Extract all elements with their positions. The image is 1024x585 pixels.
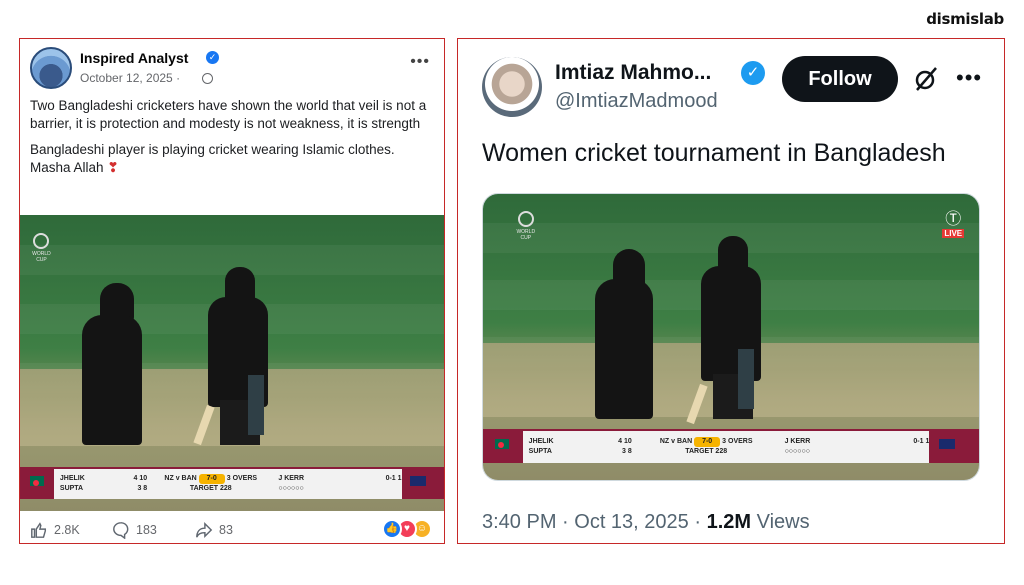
post-date[interactable]: October 12, 2025 · <box>80 71 180 85</box>
live-indicator: Ⓣ LIVE <box>942 211 965 239</box>
tweet-meta: 3:40 PM · Oct 13, 2025 · 1.2M Views <box>482 511 810 533</box>
verified-badge-icon: ✓ <box>206 51 219 64</box>
globe-icon <box>202 73 213 84</box>
new-zealand-flag-icon <box>401 468 444 500</box>
post-paragraph-2: Bangladeshi player is playing cricket we… <box>30 142 395 175</box>
bangladesh-flag-icon <box>483 430 523 463</box>
thumbs-up-icon <box>31 522 47 538</box>
bangladesh-flag-icon <box>20 468 54 500</box>
world-cup-logo-icon: WORLD CUP <box>28 232 54 273</box>
scoreboard: JHELIK 4 10 SUPTA 3 8 NZ v BAN 7-0 3 OVE… <box>483 428 979 463</box>
views-count: 1.2M <box>706 511 752 533</box>
post-image[interactable]: WORLD CUP JHELIK 4 10 SUPTA 3 8 NZ v BAN… <box>20 215 444 511</box>
share-button[interactable]: 83 <box>195 521 233 539</box>
post-actions: 2.8K 183 83 👍 ♥ ☺ <box>30 517 434 541</box>
views-label: Views <box>756 511 810 533</box>
comment-button[interactable]: 183 <box>112 521 157 539</box>
dismislab-logo: dismislab <box>926 10 1004 28</box>
more-options-icon[interactable]: ••• <box>410 53 430 71</box>
share-arrow-icon <box>196 521 213 539</box>
tweet-time[interactable]: 3:40 PM <box>482 511 556 533</box>
comment-bubble-icon <box>113 522 129 539</box>
more-options-icon[interactable]: ••• <box>956 65 982 91</box>
verified-badge-icon: ✓ <box>741 61 765 85</box>
author-handle[interactable]: @ImtiazMadmood <box>555 90 718 113</box>
follow-button[interactable]: Follow <box>782 56 898 102</box>
grok-icon[interactable] <box>912 65 940 93</box>
tweet-text: Women cricket tournament in Bangladesh <box>482 139 946 167</box>
reactions-summary[interactable]: 👍 ♥ ☺ <box>382 519 434 539</box>
author-name[interactable]: Imtiaz Mahmo... <box>555 61 711 85</box>
heart-exclamation-icon: ❣ <box>107 160 119 175</box>
like-button[interactable]: 2.8K <box>30 521 80 539</box>
tweet-image[interactable]: WORLD CUP Ⓣ LIVE JHELIK 4 10 SUPTA 3 8 NZ… <box>482 193 980 481</box>
tweet-date[interactable]: Oct 13, 2025 <box>574 511 689 533</box>
new-zealand-flag-icon <box>929 430 979 463</box>
post-text: Two Bangladeshi cricketers have shown th… <box>30 97 436 185</box>
author-avatar[interactable] <box>30 47 72 89</box>
post-header: Inspired Analyst ✓ October 12, 2025 · ••… <box>30 47 430 91</box>
like-reaction-icon: 👍 <box>382 519 402 539</box>
author-name[interactable]: Inspired Analyst <box>80 50 188 66</box>
post-paragraph-1: Two Bangladeshi cricketers have shown th… <box>30 98 427 131</box>
scoreboard: JHELIK 4 10 SUPTA 3 8 NZ v BAN 7-0 3 OVE… <box>20 466 444 500</box>
tweet: Imtiaz Mahmo... ✓ @ImtiazMadmood Follow … <box>457 38 1005 544</box>
author-avatar[interactable] <box>482 57 542 117</box>
world-cup-logo-icon: WORLD CUP <box>513 211 539 251</box>
facebook-post: Inspired Analyst ✓ October 12, 2025 · ••… <box>19 38 445 544</box>
